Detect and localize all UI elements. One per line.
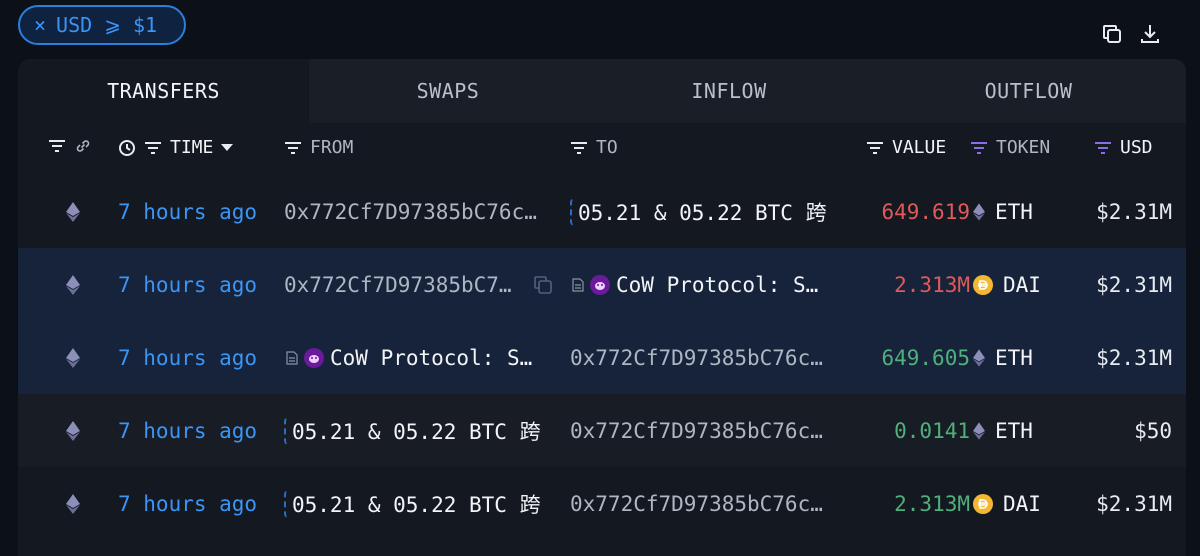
eth-token-icon xyxy=(973,421,985,440)
table-row[interactable]: 7 hours ago CoW Protocol: S… 0x772Cf7D97… xyxy=(18,321,1186,394)
table-header: TIME FROM TO VALUE TOKEN USD xyxy=(18,123,1186,175)
ethereum-chain-icon xyxy=(66,493,80,514)
ethereum-chain-icon xyxy=(66,420,80,441)
usd-amount: $2.31M xyxy=(1096,491,1172,516)
token-symbol: ETH xyxy=(995,345,1033,370)
row-time-link[interactable]: 7 hours ago xyxy=(118,346,257,370)
token-cell[interactable]: DAI xyxy=(973,492,1041,516)
copy-address-icon[interactable] xyxy=(532,274,554,296)
to-entity[interactable]: 05.21 & 05.22 BTC 跨 xyxy=(570,196,827,227)
usd-column-label: USD xyxy=(1120,137,1153,158)
to-entity-label: 05.21 & 05.22 BTC 跨 xyxy=(578,200,827,225)
cow-protocol-icon xyxy=(304,347,324,368)
tab-outflow[interactable]: OUTFLOW xyxy=(871,59,1186,123)
toolbar: × USD ⩾ $1 xyxy=(0,0,1200,58)
filter-icon[interactable] xyxy=(284,141,302,155)
usd-header[interactable]: USD xyxy=(1094,137,1153,158)
filter-icon[interactable] xyxy=(48,139,66,153)
sort-desc-icon[interactable] xyxy=(221,143,234,152)
from-address[interactable]: 0x772Cf7D97385bC76c… xyxy=(284,200,537,224)
toolbar-actions xyxy=(1100,22,1162,46)
tab-swaps[interactable]: SWAPS xyxy=(309,59,587,123)
value-amount: 0.0141 xyxy=(894,418,970,443)
token-cell[interactable]: ETH xyxy=(973,419,1033,443)
table-row[interactable]: 7 hours ago 05.21 & 05.22 BTC 跨 0x772Cf7… xyxy=(18,467,1186,540)
tab-bar: TRANSFERS SWAPS INFLOW OUTFLOW xyxy=(18,59,1186,123)
to-address[interactable]: 0x772Cf7D97385bC76c… xyxy=(570,492,823,516)
from-column-label: FROM xyxy=(310,137,354,158)
download-icon[interactable] xyxy=(1138,22,1162,46)
value-amount: 649.605 xyxy=(881,345,970,370)
filter-chip-label: USD ⩾ $1 xyxy=(56,13,158,37)
from-entity[interactable]: 05.21 & 05.22 BTC 跨 xyxy=(284,488,541,519)
to-address[interactable]: 0x772Cf7D97385bC76c… xyxy=(570,346,823,370)
value-column-label: VALUE xyxy=(892,137,947,158)
token-symbol: ETH xyxy=(995,418,1033,443)
clock-icon xyxy=(119,139,135,156)
ethereum-chain-icon xyxy=(66,274,80,295)
ethereum-chain-icon xyxy=(66,347,80,368)
link-icon[interactable] xyxy=(74,137,92,155)
to-entity[interactable]: CoW Protocol: S… xyxy=(572,273,818,297)
from-entity[interactable]: 05.21 & 05.22 BTC 跨 xyxy=(284,415,541,446)
table-row[interactable]: 7 hours ago 0x772Cf7D97385bC76c… 05.21 &… xyxy=(18,175,1186,248)
token-header[interactable]: TOKEN xyxy=(970,137,1050,158)
close-icon[interactable]: × xyxy=(34,13,46,37)
from-address[interactable]: 0x772Cf7D97385bC7… xyxy=(284,273,512,297)
dai-token-icon xyxy=(973,274,993,295)
to-entity-label: CoW Protocol: S… xyxy=(616,272,819,297)
from-entity-label: 05.21 & 05.22 BTC 跨 xyxy=(292,492,541,517)
transfers-table: 7 hours ago 0x772Cf7D97385bC76c… 05.21 &… xyxy=(18,175,1186,540)
time-column-label: TIME xyxy=(170,137,214,158)
from-header[interactable]: FROM xyxy=(284,137,353,158)
filter-icon[interactable] xyxy=(970,141,988,155)
contract-icon xyxy=(572,277,584,292)
contract-icon xyxy=(286,350,298,365)
usd-amount: $2.31M xyxy=(1096,272,1172,297)
ethereum-chain-icon xyxy=(66,201,80,222)
row-time-link[interactable]: 7 hours ago xyxy=(118,419,257,443)
filter-icon[interactable] xyxy=(866,141,884,155)
value-amount: 649.619 xyxy=(881,199,970,224)
filter-icon[interactable] xyxy=(570,141,588,155)
filter-icon[interactable] xyxy=(144,141,162,155)
to-header[interactable]: TO xyxy=(570,137,618,158)
from-entity-label: CoW Protocol: S… xyxy=(330,345,533,370)
from-entity-label: 05.21 & 05.22 BTC 跨 xyxy=(292,419,541,444)
transfers-panel: TRANSFERS SWAPS INFLOW OUTFLOW TIME FROM… xyxy=(18,59,1186,556)
usd-amount: $2.31M xyxy=(1096,345,1172,370)
time-header[interactable]: TIME xyxy=(118,137,234,158)
usd-amount: $2.31M xyxy=(1096,199,1172,224)
usd-filter-chip[interactable]: × USD ⩾ $1 xyxy=(18,5,186,45)
token-column-label: TOKEN xyxy=(996,137,1051,158)
row-time-link[interactable]: 7 hours ago xyxy=(118,200,257,224)
table-row[interactable]: 7 hours ago 05.21 & 05.22 BTC 跨 0x772Cf7… xyxy=(18,394,1186,467)
tab-inflow[interactable]: INFLOW xyxy=(587,59,871,123)
eth-token-icon xyxy=(973,348,985,367)
token-symbol: DAI xyxy=(1003,491,1041,516)
usd-amount: $50 xyxy=(1134,418,1172,443)
table-row[interactable]: 7 hours ago 0x772Cf7D97385bC7… CoW Proto… xyxy=(18,248,1186,321)
to-column-label: TO xyxy=(596,137,618,158)
token-symbol: DAI xyxy=(1003,272,1041,297)
from-entity[interactable]: CoW Protocol: S… xyxy=(286,346,532,370)
filter-icon[interactable] xyxy=(1094,141,1112,155)
chain-header xyxy=(48,137,92,155)
value-amount: 2.313M xyxy=(894,272,970,297)
eth-token-icon xyxy=(973,202,985,221)
row-time-link[interactable]: 7 hours ago xyxy=(118,273,257,297)
to-address[interactable]: 0x772Cf7D97385bC76c… xyxy=(570,419,823,443)
value-header[interactable]: VALUE xyxy=(866,137,946,158)
tab-transfers[interactable]: TRANSFERS xyxy=(18,59,309,123)
row-time-link[interactable]: 7 hours ago xyxy=(118,492,257,516)
token-cell[interactable]: ETH xyxy=(973,346,1033,370)
token-cell[interactable]: DAI xyxy=(973,273,1041,297)
value-amount: 2.313M xyxy=(894,491,970,516)
token-symbol: ETH xyxy=(995,199,1033,224)
token-cell[interactable]: ETH xyxy=(973,200,1033,224)
copy-icon[interactable] xyxy=(1100,22,1124,46)
dai-token-icon xyxy=(973,493,993,514)
cow-protocol-icon xyxy=(590,274,610,295)
